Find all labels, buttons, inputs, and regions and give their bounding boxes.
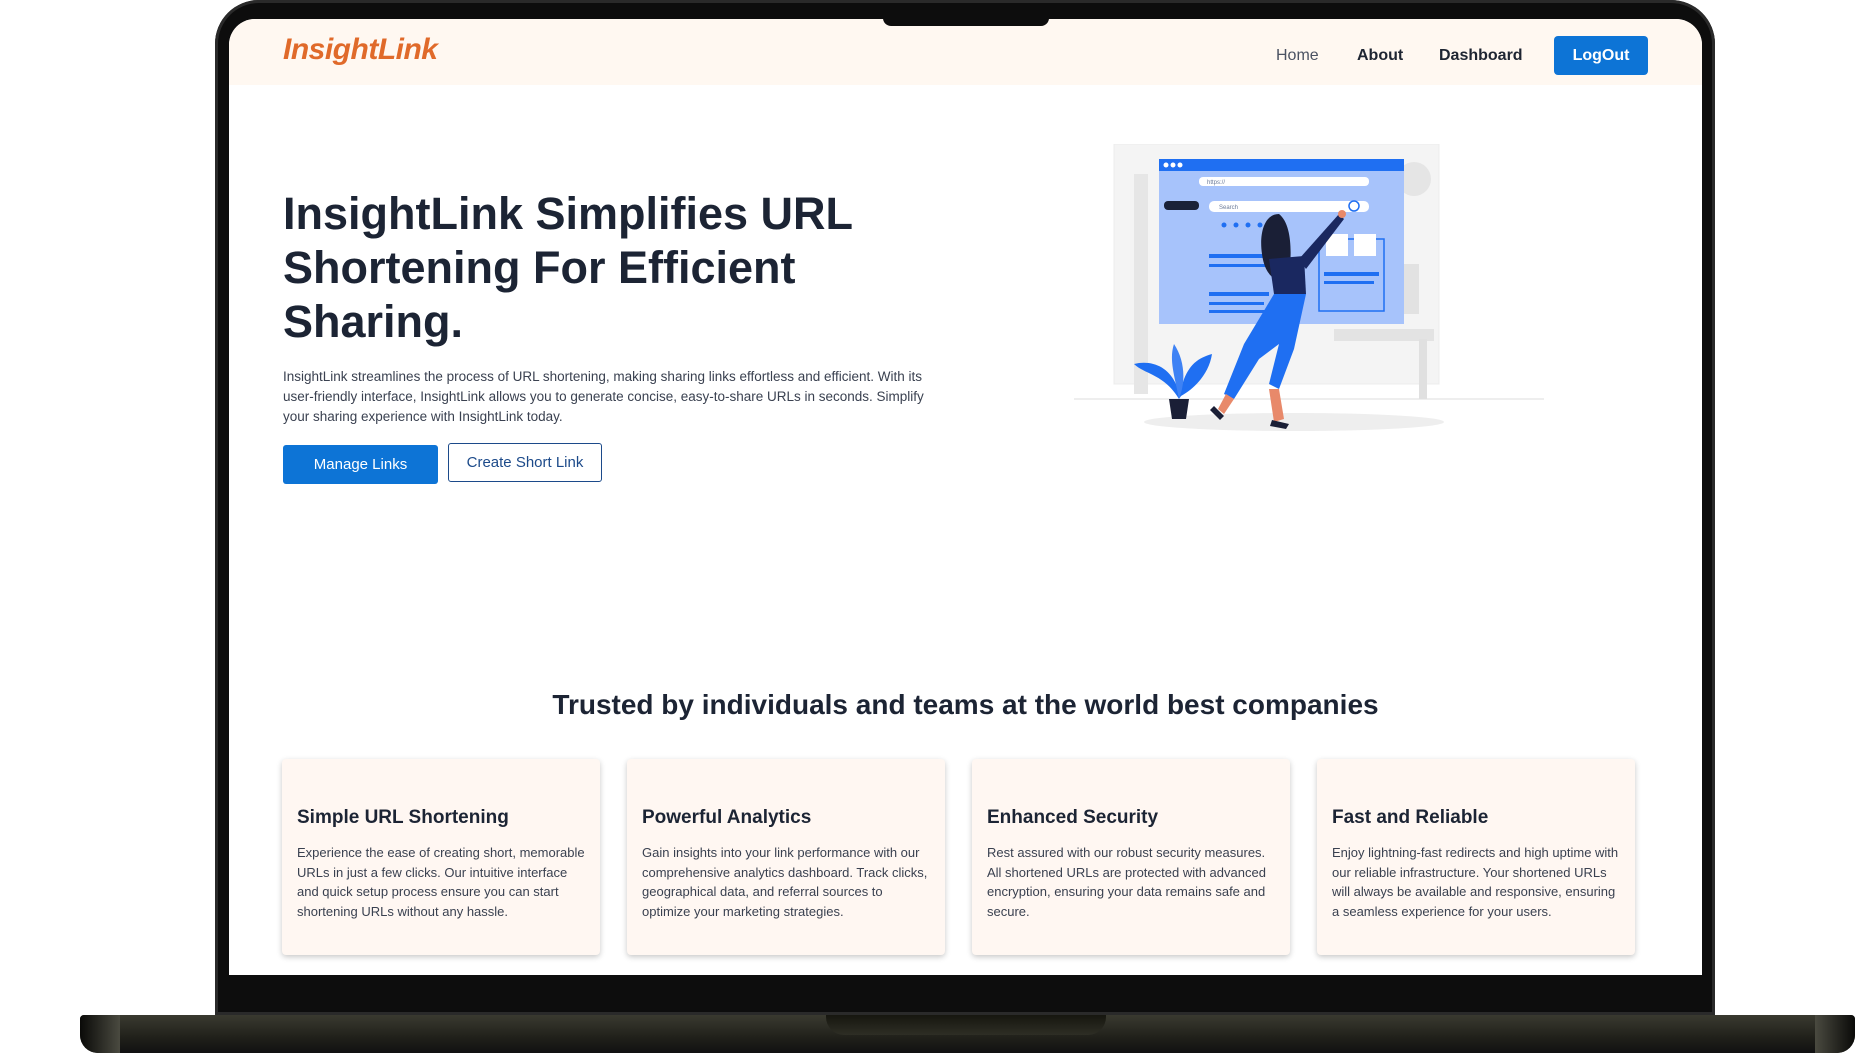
browser-titlebar xyxy=(1159,159,1404,171)
desk-leg xyxy=(1419,339,1427,399)
window-dot-3 xyxy=(1177,162,1183,168)
laptop-screen: InsightLink Home About Dashboard LogOut … xyxy=(229,19,1702,975)
create-short-link-button[interactable]: Create Short Link xyxy=(448,443,602,482)
feature-card-text: Gain insights into your link performance… xyxy=(642,845,928,919)
window-dot-1 xyxy=(1163,162,1169,168)
feature-card-security: Enhanced Security Rest assured with our … xyxy=(972,759,1290,955)
feature-card-text: Enjoy lightning-fast redirects and high … xyxy=(1332,845,1619,919)
nav-link-about[interactable]: About xyxy=(1357,47,1403,65)
feature-card-title: Fast and Reliable xyxy=(1332,807,1489,828)
feature-card-title: Enhanced Security xyxy=(987,807,1159,828)
logo-pill xyxy=(1164,201,1199,210)
feature-card-title: Simple URL Shortening xyxy=(297,807,509,828)
navbar: InsightLink Home About Dashboard LogOut xyxy=(229,19,1702,85)
illustration-floor-shadow xyxy=(1144,413,1444,431)
window-dot-2 xyxy=(1170,162,1176,168)
content-card-line-1 xyxy=(1324,272,1379,276)
feature-card-url-shortening: Simple URL Shortening Experience the eas… xyxy=(282,759,600,955)
hero-description: InsightLink streamlines the process of U… xyxy=(283,369,924,424)
laptop-base-edge-right xyxy=(1815,1015,1855,1053)
content-image-2 xyxy=(1354,234,1376,256)
feature-card-text: Rest assured with our robust security me… xyxy=(987,845,1266,919)
url-bar-text: https:// xyxy=(1207,180,1225,186)
laptop-base-edge-left xyxy=(80,1015,120,1053)
hero-illustration: https:// Search xyxy=(1074,144,1544,431)
nav-link-dashboard[interactable]: Dashboard xyxy=(1439,47,1523,65)
nav-link-home[interactable]: Home xyxy=(1276,47,1319,65)
feature-card-analytics: Powerful Analytics Gain insights into yo… xyxy=(627,759,945,955)
feature-card-reliability: Fast and Reliable Enjoy lightning-fast r… xyxy=(1317,759,1635,955)
laptop-hinge xyxy=(826,1015,1106,1035)
feature-card-text: Experience the ease of creating short, m… xyxy=(297,845,585,919)
feature-card-title: Powerful Analytics xyxy=(642,807,812,828)
content-card-line-2 xyxy=(1324,281,1374,284)
logout-button[interactable]: LogOut xyxy=(1554,36,1648,75)
brand-logo[interactable]: InsightLink xyxy=(283,33,438,67)
laptop-notch xyxy=(883,18,1049,26)
search-bar-text: Search xyxy=(1219,205,1238,211)
hero-title: InsightLink Simplifies URL Shortening Fo… xyxy=(283,188,853,347)
trusted-title: Trusted by individuals and teams at the … xyxy=(552,689,1379,720)
manage-links-button[interactable]: Manage Links xyxy=(283,445,438,484)
illustration-bg-column xyxy=(1134,174,1148,394)
